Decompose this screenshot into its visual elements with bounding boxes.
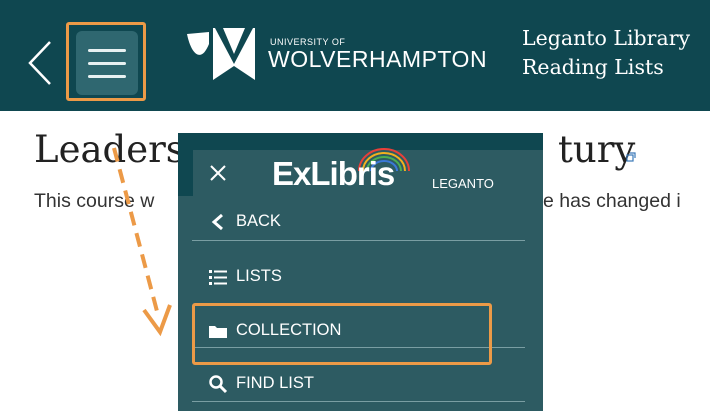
page-title-end: tury (558, 128, 636, 171)
page-description-end: e has changed i (543, 190, 681, 212)
chevron-left-icon (211, 213, 223, 231)
menu-divider (192, 240, 525, 241)
exlibris-logo: ExLibris (272, 155, 395, 192)
university-logo (187, 28, 255, 80)
menu-item-label: BACK (236, 212, 281, 230)
hamburger-highlight-box (66, 22, 146, 101)
menu-item-find-list[interactable]: FIND LIST (194, 360, 524, 410)
menu-item-lists[interactable]: LISTS (194, 253, 524, 303)
search-icon (209, 375, 228, 394)
close-icon[interactable] (208, 163, 228, 183)
collection-highlight-box (192, 303, 492, 365)
chevron-left-icon[interactable] (22, 38, 62, 88)
navigation-menu-panel: ExLibris LEGANTO BACK LISTS COLLECTION F… (178, 133, 543, 411)
university-name: WOLVERHAMPTON (268, 46, 488, 72)
app-title[interactable]: Leganto Library Reading Lists (522, 24, 690, 82)
external-link-icon[interactable] (626, 152, 636, 162)
app-title-line2: Reading Lists (522, 55, 664, 79)
leganto-label: LEGANTO (432, 176, 494, 191)
menu-item-label: LISTS (236, 267, 282, 285)
menu-divider (192, 401, 525, 402)
menu-item-label: FIND LIST (236, 374, 314, 392)
list-icon (209, 270, 227, 285)
app-title-line1: Leganto Library (522, 26, 691, 50)
